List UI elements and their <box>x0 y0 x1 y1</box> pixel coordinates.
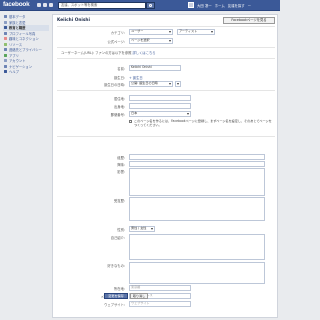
sidebar-item-help[interactable]: ヘルプ <box>3 69 49 75</box>
notifications-icon[interactable] <box>49 3 53 7</box>
info-note: このページ名を作るには、Facebookページに登録し、まずページ名を設定し、そ… <box>134 118 272 127</box>
add-birthday-link[interactable]: + 誕生日 <box>129 75 143 80</box>
website-label: ウェブサイト: <box>104 303 125 307</box>
current-city-field[interactable] <box>129 103 191 109</box>
facebook-logo[interactable]: facebook <box>3 1 30 8</box>
navigation-icon <box>4 64 7 68</box>
personal-info-label: 自己紹介: <box>110 236 125 240</box>
name-label: 名前: <box>117 67 125 71</box>
resource-icon <box>4 42 7 46</box>
influences-label: 影響: <box>117 170 125 174</box>
find-friends-link[interactable]: 友達を探す <box>228 3 245 8</box>
main-panel: Keiichi Onishi Facebookページを見る カテゴリ: ユーザー… <box>52 14 278 318</box>
country-select[interactable]: 日本 <box>129 111 191 117</box>
save-button[interactable]: 変更を保存 <box>104 293 128 299</box>
interests-field[interactable] <box>129 161 265 167</box>
account-icon <box>4 59 7 63</box>
username-help-link[interactable]: 詳しくはこちら <box>133 51 156 55</box>
messages-icon[interactable] <box>43 3 47 7</box>
current-city-label: 出身地: <box>113 105 125 109</box>
location-label: 所在地: <box>113 287 125 291</box>
official-page-label: 公式ページ: <box>107 40 125 44</box>
divider <box>57 136 275 137</box>
birthday-privacy-select[interactable] <box>175 81 181 87</box>
awards-field[interactable] <box>129 197 265 221</box>
view-profile-button[interactable]: Facebookページを見る <box>223 17 275 24</box>
top-right-nav: 大田 凛一 ホーム 友達を探す ー <box>188 2 251 8</box>
education-icon <box>4 26 7 30</box>
family-icon <box>4 20 7 24</box>
location-field[interactable]: 東京都 <box>129 285 191 291</box>
divider <box>57 58 275 59</box>
category-label: カテゴリ: <box>110 31 125 35</box>
bio-label: 経歴: <box>117 156 125 160</box>
gender-label: 性別: <box>117 228 125 232</box>
likes-label: 好きなもの: <box>107 264 125 268</box>
birthday-visibility-select[interactable]: 公開: 誕生日の日時 <box>129 81 173 87</box>
likes-field[interactable] <box>129 262 265 284</box>
gender-select[interactable]: 男性 / 女性 <box>129 226 155 232</box>
user-name-link[interactable]: 大田 凛一 <box>197 3 212 8</box>
contact-icon <box>4 48 7 52</box>
influences-field[interactable] <box>129 168 265 196</box>
bio-field[interactable] <box>129 154 265 160</box>
info-checkbox[interactable] <box>129 120 132 123</box>
username-note: ユーザーネーム(URL): ファンの方は以下を参照 詳しくはこちら <box>61 51 156 55</box>
friend-requests-icon[interactable] <box>37 3 41 7</box>
photo-icon <box>4 31 7 35</box>
official-page-select[interactable]: ページを選択 <box>129 38 173 44</box>
notification-icons <box>37 3 53 7</box>
name-field[interactable]: Keiichi Onishi <box>129 65 181 71</box>
subcategory-select[interactable]: アーティスト <box>177 29 215 35</box>
profile-icon <box>4 15 7 19</box>
personal-info-field[interactable] <box>129 234 265 260</box>
page-title: Keiichi Onishi <box>57 18 90 23</box>
divider <box>57 90 275 91</box>
category-select[interactable]: ユーザー <box>129 29 173 35</box>
awards-label: 受賞歴: <box>113 199 125 203</box>
birthday-label: 誕生日: <box>113 76 125 80</box>
cancel-button[interactable]: 取り消し <box>130 293 148 299</box>
divider <box>57 26 275 27</box>
account-menu[interactable]: ー <box>248 3 251 8</box>
search-input[interactable]: 友達、スポット等を検索 <box>58 2 146 9</box>
hometown-label: 居住地: <box>113 97 125 101</box>
interests-label: 興味: <box>117 163 125 167</box>
sidebar: 基本データ 家族と恋愛 教育と職歴 プロフィール写真 趣味とコネクション リソー… <box>3 14 49 75</box>
help-icon <box>4 70 7 74</box>
search-icon <box>149 4 152 7</box>
zip-label: 郵便番号: <box>110 113 125 117</box>
search-button[interactable] <box>146 2 155 9</box>
avatar[interactable] <box>188 2 194 8</box>
apps-icon <box>4 53 7 57</box>
website-field[interactable]: ウェブサイト <box>129 301 191 307</box>
hometown-field[interactable] <box>129 95 191 101</box>
divider <box>57 47 275 48</box>
topbar: facebook 友達、スポット等を検索 大田 凛一 ホーム 友達を探す ー <box>0 0 280 11</box>
birth-visibility-label: 誕生日の日時: <box>104 83 125 87</box>
heart-icon <box>4 37 7 41</box>
home-link[interactable]: ホーム <box>215 3 225 8</box>
